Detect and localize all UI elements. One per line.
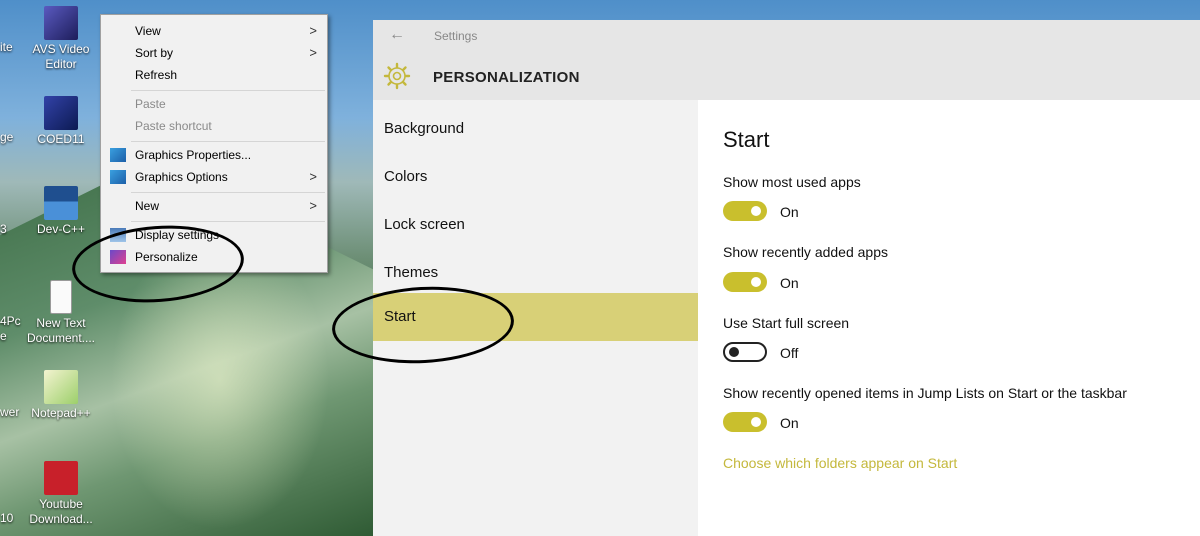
avs-video-editor-icon — [44, 6, 78, 40]
toggle-state-label: On — [780, 415, 799, 431]
sidebar-item-colors[interactable]: Colors — [373, 153, 698, 201]
gear-icon — [383, 62, 411, 90]
desktop-icon-label: Dev-C++ — [36, 222, 86, 236]
coed-icon — [44, 96, 78, 130]
desktop-icon-label: Youtube Download... — [29, 497, 93, 526]
menu-separator — [131, 90, 325, 91]
desktop-edge-label: 4Pc — [0, 314, 21, 328]
menu-separator — [131, 141, 325, 142]
menu-item-label: Refresh — [135, 68, 178, 82]
toggle-recently-added-apps[interactable] — [723, 272, 767, 292]
toggle-knob — [751, 277, 761, 287]
section-title: Start — [723, 127, 770, 152]
desktop-edge-label: ite — [0, 40, 13, 54]
desktop-icon-devcpp[interactable]: Dev-C++ — [21, 186, 101, 237]
menu-item-label: Paste shortcut — [135, 119, 212, 133]
menu-separator — [131, 221, 325, 222]
sidebar-item-background[interactable]: Background — [373, 105, 698, 153]
desktop-edge-label: 10 — [0, 511, 14, 525]
back-arrow-icon[interactable]: ← — [389, 26, 405, 44]
desktop-icon-avs-video-editor[interactable]: AVS Video Editor — [21, 6, 101, 72]
menu-item-new[interactable]: New > — [101, 195, 327, 217]
settings-content: Start Show most used apps On Show recent… — [698, 100, 1200, 536]
toggle-knob — [751, 206, 761, 216]
settings-header: PERSONALIZATION — [373, 52, 1200, 100]
menu-item-label: Paste — [135, 97, 166, 111]
menu-item-label: View — [135, 24, 161, 38]
menu-item-refresh[interactable]: Refresh — [101, 64, 327, 86]
desktop-icon-label: COED11 — [37, 132, 85, 146]
menu-item-graphics-properties[interactable]: Graphics Properties... — [101, 144, 327, 166]
toggle-knob — [751, 417, 761, 427]
option-label: Show most used apps — [723, 174, 861, 190]
page-title: PERSONALIZATION — [433, 69, 580, 86]
desktop-icon-label: Notepad++ — [31, 406, 91, 420]
desktop-edge-label: wer — [0, 405, 20, 419]
menu-item-label: New — [135, 199, 160, 213]
devcpp-icon — [44, 186, 78, 220]
desktop-edge-label: 3 — [0, 222, 7, 236]
youtube-downloader-icon — [44, 461, 78, 495]
toggle-start-full-screen[interactable] — [723, 342, 767, 362]
graphics-icon — [110, 170, 126, 184]
desktop-edge-label: ge — [0, 130, 14, 144]
toggle-most-used-apps[interactable] — [723, 201, 767, 221]
toggle-state-label: Off — [780, 345, 799, 361]
desktop-icon-notepadpp[interactable]: Notepad++ — [21, 370, 101, 421]
option-label: Show recently opened items in Jump Lists… — [723, 385, 1127, 401]
menu-separator — [131, 192, 325, 193]
desktop-icon-label: New Text Document.... — [26, 316, 96, 345]
menu-item-graphics-options[interactable]: Graphics Options > — [101, 166, 327, 188]
text-file-icon — [50, 280, 72, 314]
notepadpp-icon — [44, 370, 78, 404]
menu-item-view[interactable]: View > — [101, 20, 327, 42]
graphics-icon — [110, 148, 126, 162]
option-label: Use Start full screen — [723, 315, 850, 331]
window-title: Settings — [434, 29, 478, 43]
desktop-icon-label: AVS Video Editor — [32, 42, 90, 71]
title-bar: ← Settings — [373, 20, 1200, 52]
desktop-icon-coed11[interactable]: COED11 — [21, 96, 101, 147]
chevron-right-icon: > — [309, 169, 317, 184]
toggle-state-label: On — [780, 275, 799, 291]
menu-item-paste[interactable]: Paste — [101, 93, 327, 115]
desktop-edge-label: e — [0, 329, 7, 343]
sidebar-item-lock-screen[interactable]: Lock screen — [373, 201, 698, 249]
toggle-jump-lists[interactable] — [723, 412, 767, 432]
settings-window: ← Settings PERSONALIZATION Background Co… — [373, 20, 1200, 536]
menu-item-label: Graphics Properties... — [135, 148, 252, 162]
chevron-right-icon: > — [309, 45, 317, 60]
chevron-right-icon: > — [309, 198, 317, 213]
menu-item-paste-shortcut[interactable]: Paste shortcut — [101, 115, 327, 137]
chevron-right-icon: > — [309, 23, 317, 38]
desktop-icon-youtube-downloader[interactable]: Youtube Download... — [21, 461, 101, 527]
option-label: Show recently added apps — [723, 244, 888, 260]
menu-item-sort-by[interactable]: Sort by > — [101, 42, 327, 64]
toggle-knob — [729, 347, 739, 357]
menu-item-label: Sort by — [135, 46, 174, 60]
choose-folders-link[interactable]: Choose which folders appear on Start — [723, 455, 957, 471]
menu-item-label: Graphics Options — [135, 170, 228, 184]
toggle-state-label: On — [780, 204, 799, 220]
